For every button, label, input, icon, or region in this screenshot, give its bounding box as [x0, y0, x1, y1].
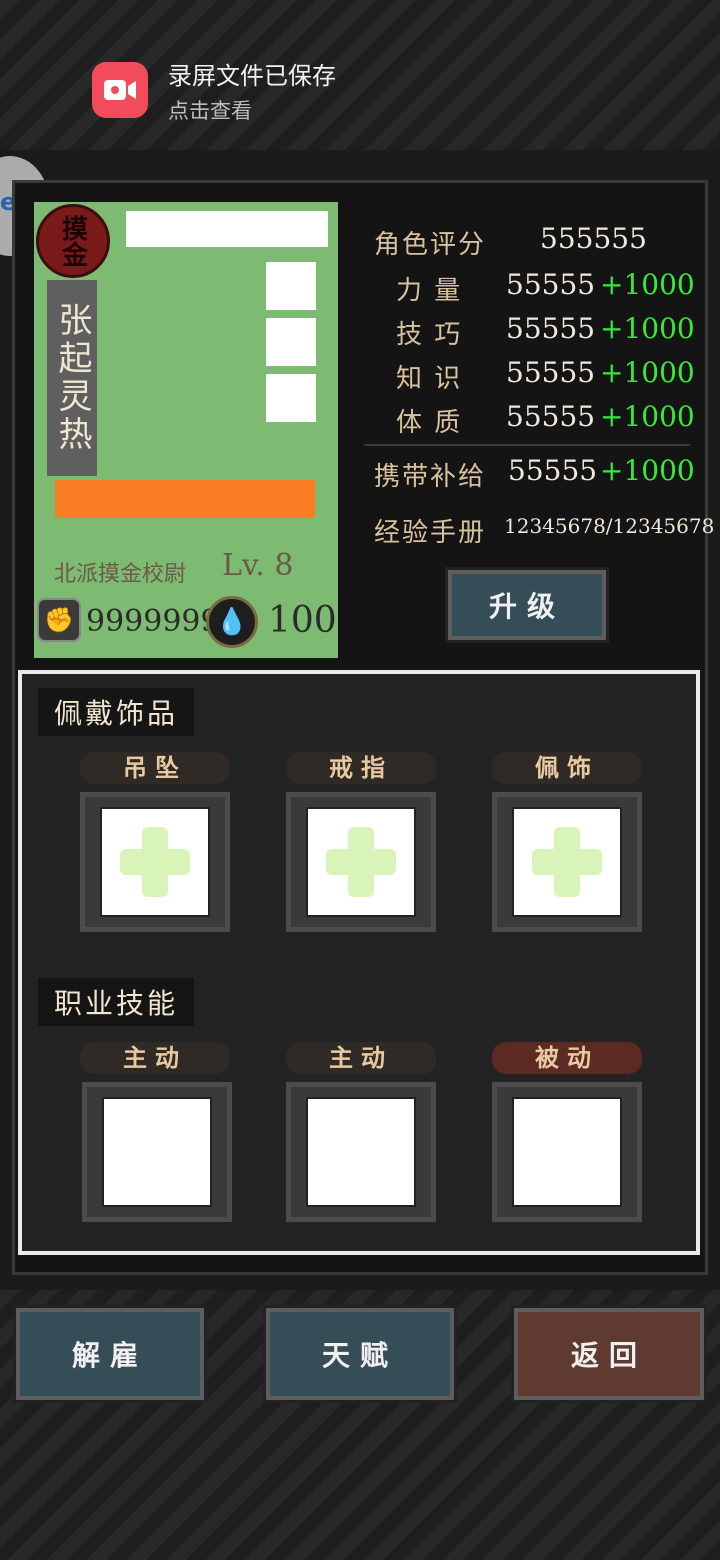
portrait-bar	[55, 480, 315, 518]
stat-bonus-knowledge: +1000	[600, 356, 695, 389]
rating-value: 555555	[540, 222, 647, 255]
add-plus-icon	[120, 827, 190, 897]
skill-slot-active-2[interactable]	[286, 1082, 436, 1222]
exp-label: 经验手册	[374, 518, 487, 548]
exp-value: 12345678/12345678	[504, 514, 715, 538]
class-seal: 摸金	[36, 204, 110, 278]
stat-label-knowledge: 知 识	[396, 364, 463, 394]
fist-icon: ✊	[37, 598, 81, 642]
upgrade-button[interactable]: 升级	[445, 567, 609, 643]
add-plus-icon	[532, 827, 602, 897]
stat-bonus-strength: +1000	[600, 268, 695, 301]
stat-bonus-skill: +1000	[600, 312, 695, 345]
back-button[interactable]: 返回	[511, 1305, 707, 1403]
character-name: 张起灵热	[47, 280, 97, 476]
skill-slot-active-1[interactable]	[82, 1082, 232, 1222]
supply-bonus: +1000	[600, 454, 695, 487]
currency-drop: 100	[268, 600, 337, 641]
accessory-slot-ornament[interactable]	[492, 792, 642, 932]
skill-label-active-1: 主动	[80, 1042, 230, 1074]
accessory-slot-pendant[interactable]	[80, 792, 230, 932]
supply-label: 携带补给	[374, 462, 487, 492]
rating-label: 角色评分	[374, 230, 487, 260]
stat-value-knowledge: 55555	[506, 356, 596, 389]
talent-button[interactable]: 天赋	[263, 1305, 457, 1403]
currency-strength: 9999999	[86, 604, 220, 639]
add-plus-icon	[326, 827, 396, 897]
screen-record-notification[interactable]: 录屏文件已保存 点击查看	[0, 40, 720, 140]
screen-record-icon	[92, 62, 148, 118]
portrait-box-3	[266, 374, 316, 422]
slot-label-pendant: 吊坠	[80, 752, 230, 784]
slot-content	[306, 807, 416, 917]
stat-label-skill: 技 巧	[396, 320, 463, 350]
stat-bonus-constitution: +1000	[600, 400, 695, 433]
character-title: 北派摸金校尉	[54, 562, 187, 587]
portrait-name-box	[126, 211, 328, 247]
notification-title: 录屏文件已保存	[168, 61, 336, 90]
slot-content	[102, 1097, 212, 1207]
stat-label-strength: 力 量	[396, 276, 463, 306]
stat-value-strength: 55555	[506, 268, 596, 301]
stat-value-constitution: 55555	[506, 400, 596, 433]
slot-content	[306, 1097, 416, 1207]
accessory-slot-ring[interactable]	[286, 792, 436, 932]
notification-subtitle: 点击查看	[168, 98, 252, 123]
slot-content	[512, 1097, 622, 1207]
skill-slot-passive[interactable]	[492, 1082, 642, 1222]
skill-label-active-2: 主动	[286, 1042, 436, 1074]
stat-value-skill: 55555	[506, 312, 596, 345]
dismiss-button[interactable]: 解雇	[13, 1305, 207, 1403]
stats-divider	[364, 444, 690, 446]
portrait-box-2	[266, 318, 316, 366]
slot-content	[100, 807, 210, 917]
portrait-box-1	[266, 262, 316, 310]
accessories-title: 佩戴饰品	[38, 688, 195, 736]
skills-title: 职业技能	[38, 978, 195, 1026]
slot-label-ring: 戒指	[286, 752, 436, 784]
slot-label-ornament: 佩饰	[492, 752, 642, 784]
drop-icon: 💧	[206, 596, 258, 648]
slot-content	[512, 807, 622, 917]
supply-value: 55555	[508, 454, 598, 487]
skill-label-passive: 被动	[492, 1042, 642, 1074]
character-level: Lv. 8	[222, 548, 294, 583]
stat-label-constitution: 体 质	[396, 408, 463, 438]
